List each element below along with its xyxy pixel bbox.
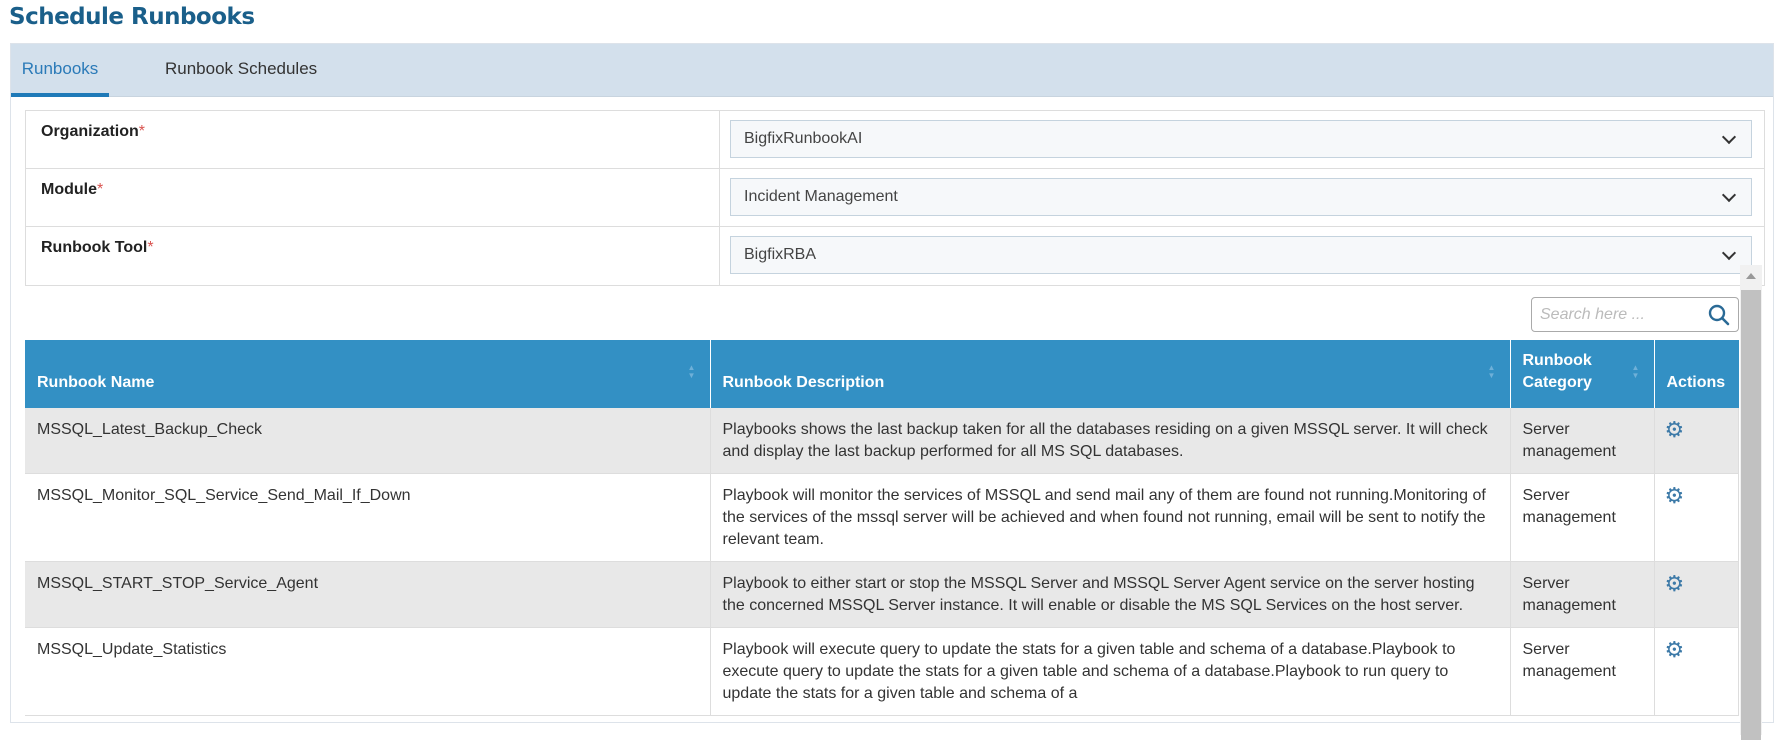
runbook-category: Server management [1510, 473, 1655, 562]
runbook-name: MSSQL_Update_Statistics [25, 627, 711, 716]
column-header-runbook-description[interactable]: Runbook Description ▲ ▼ [710, 340, 1511, 408]
runbooks-panel: Runbooks Runbook Schedules Organization*… [10, 43, 1774, 740]
header-label: Runbook Description [722, 374, 885, 391]
page-title: Schedule Runbooks [9, 4, 255, 30]
gear-icon[interactable]: ⚙ [1665, 573, 1685, 595]
runbook-description: Playbook will monitor the services of MS… [710, 473, 1511, 562]
module-value: Incident Management [744, 188, 898, 205]
search-box [1531, 297, 1739, 332]
table-scrollbar[interactable] [1740, 265, 1762, 740]
required-marker: * [138, 123, 146, 140]
gear-icon[interactable]: ⚙ [1665, 485, 1685, 507]
table-row: MSSQL_Latest_Backup_Check Playbooks show… [25, 408, 1739, 474]
sort-icon[interactable]: ▲ ▼ [1488, 364, 1496, 380]
runbook-tool-select[interactable]: BigfixRBA [730, 236, 1752, 274]
table-row: MSSQL_Monitor_SQL_Service_Send_Mail_If_D… [25, 473, 1739, 562]
required-marker: * [97, 181, 104, 198]
runbook-name: MSSQL_Monitor_SQL_Service_Send_Mail_If_D… [25, 473, 711, 562]
tab-runbooks[interactable]: Runbooks [11, 44, 109, 97]
column-header-runbook-name[interactable]: Runbook Name ▲ ▼ [25, 340, 711, 408]
header-label: Runbook Category [1522, 352, 1592, 391]
organization-select[interactable]: BigfixRunbookAI [730, 120, 1752, 158]
runbooks-table: Runbook Name ▲ ▼ Runbook Description ▲ ▼ Run… [25, 340, 1739, 716]
chevron-down-icon [1721, 187, 1737, 202]
organization-value: BigfixRunbookAI [744, 130, 863, 147]
search-input[interactable] [1540, 305, 1700, 324]
header-label: Actions [1666, 374, 1726, 391]
filter-form: Organization* BigfixRunbookAI Module* In… [25, 110, 1765, 286]
runbook-tool-label: Runbook Tool [41, 239, 148, 256]
runbook-description: Playbook will execute query to update th… [710, 627, 1511, 716]
table-row: MSSQL_START_STOP_Service_Agent Playbook … [25, 561, 1739, 628]
table-row: MSSQL_Update_Statistics Playbook will ex… [25, 627, 1739, 716]
tab-runbook-schedules[interactable]: Runbook Schedules [165, 44, 317, 97]
runbook-description: Playbooks shows the last backup taken fo… [710, 408, 1511, 474]
chevron-down-icon [1721, 129, 1737, 144]
runbook-category: Server management [1510, 561, 1655, 628]
runbook-description: Playbook to either start or stop the MSS… [710, 561, 1511, 628]
gear-icon[interactable]: ⚙ [1665, 419, 1685, 441]
runbook-category: Server management [1510, 408, 1655, 474]
tab-bar: Runbooks Runbook Schedules [11, 44, 1773, 97]
runbook-category: Server management [1510, 627, 1655, 716]
runbook-name: MSSQL_Latest_Backup_Check [25, 408, 711, 474]
search-icon[interactable] [1708, 304, 1730, 326]
module-label: Module [41, 181, 97, 198]
runbook-name: MSSQL_START_STOP_Service_Agent [25, 561, 711, 628]
required-marker: * [147, 239, 154, 256]
column-header-runbook-category[interactable]: Runbook Category ▲ ▼ [1510, 340, 1655, 408]
gear-icon[interactable]: ⚙ [1665, 639, 1685, 661]
sort-icon[interactable]: ▲ ▼ [688, 364, 696, 380]
module-select[interactable]: Incident Management [730, 178, 1752, 216]
runbook-tool-value: BigfixRBA [744, 246, 817, 263]
chevron-down-icon [1721, 245, 1737, 260]
scrollbar-thumb[interactable] [1741, 290, 1761, 740]
header-label: Runbook Name [37, 374, 155, 391]
sort-icon[interactable]: ▲ ▼ [1632, 364, 1640, 380]
organization-label: Organization [41, 123, 139, 140]
column-header-actions: Actions [1654, 340, 1739, 408]
scroll-up-arrow-icon[interactable] [1746, 273, 1756, 279]
